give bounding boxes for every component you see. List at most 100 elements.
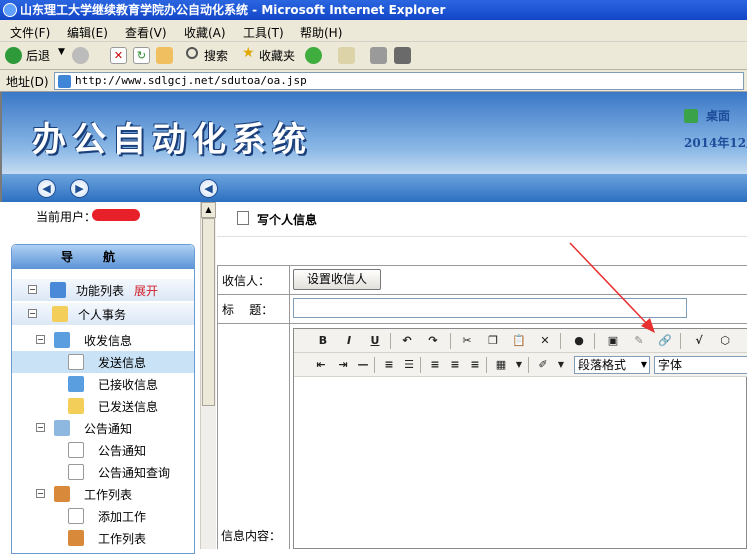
- emoticon-icon[interactable]: ⬡: [716, 333, 734, 349]
- sidebar-item-messages[interactable]: − 收发信息: [12, 329, 194, 351]
- forward-icon[interactable]: [72, 47, 89, 64]
- sidebar-item-label: 功能列表: [76, 284, 125, 298]
- collapse-icon[interactable]: −: [28, 285, 37, 294]
- menu-file[interactable]: 文件(F): [10, 24, 50, 41]
- scroll-thumb[interactable]: [202, 218, 215, 406]
- search-button[interactable]: 搜索: [204, 47, 228, 64]
- sidebar-item-send-message[interactable]: 发送信息: [12, 351, 194, 373]
- collapse-sidebar-icon[interactable]: ◀: [199, 179, 218, 198]
- separator: [680, 333, 681, 349]
- outdent-icon[interactable]: ⇤: [312, 357, 330, 373]
- refresh-icon[interactable]: ↻: [133, 47, 150, 64]
- align-right-icon[interactable]: ≡: [466, 357, 484, 373]
- flash-icon[interactable]: ✎: [630, 333, 648, 349]
- inbox-icon: [68, 376, 84, 392]
- back-button[interactable]: 后退: [26, 47, 50, 64]
- url-input[interactable]: http://www.sdlgcj.net/sdutoa/oa.jsp: [54, 72, 744, 90]
- favorites-star-icon[interactable]: ★: [242, 45, 255, 61]
- media-icon[interactable]: [305, 47, 322, 64]
- divider: [217, 294, 747, 295]
- scroll-up-icon[interactable]: ▲: [201, 202, 216, 218]
- sidebar-scrollbar[interactable]: ▲: [200, 202, 216, 549]
- back-icon[interactable]: [5, 47, 22, 64]
- image-icon[interactable]: ▣: [604, 333, 622, 349]
- favorites-button[interactable]: 收藏夹: [259, 47, 295, 64]
- horizontal-rule-icon[interactable]: —: [354, 357, 372, 373]
- sidebar-item-received-messages[interactable]: 已接收信息: [12, 373, 194, 395]
- sidebar-item-announcements[interactable]: − 公告通知: [12, 417, 194, 439]
- indent-icon[interactable]: ⇥: [334, 357, 352, 373]
- table-dropdown-icon[interactable]: ▼: [510, 357, 528, 373]
- paste-icon[interactable]: 📋: [510, 333, 528, 349]
- cut-icon[interactable]: ✂: [458, 333, 476, 349]
- subject-input[interactable]: [293, 298, 687, 318]
- ie-logo-icon: [3, 3, 17, 17]
- italic-button[interactable]: I: [340, 333, 358, 349]
- sidebar-item-label: 个人事务: [78, 308, 127, 322]
- sidebar-item-personal-affairs[interactable]: − 个人事务: [12, 303, 194, 325]
- table-icon[interactable]: ▦: [492, 357, 510, 373]
- expand-link[interactable]: 展开: [134, 282, 158, 299]
- menu-view[interactable]: 查看(V): [125, 24, 167, 41]
- stop-icon[interactable]: ✕: [110, 47, 127, 64]
- sidebar-item-announcement[interactable]: 公告通知: [12, 439, 194, 461]
- font-select[interactable]: 字体: [654, 356, 747, 374]
- redo-icon[interactable]: ↷: [424, 333, 442, 349]
- menu-edit[interactable]: 编辑(E): [67, 24, 108, 41]
- ordered-list-icon[interactable]: ≡: [380, 357, 398, 373]
- desktop-link[interactable]: 桌面: [706, 107, 730, 124]
- set-recipient-button[interactable]: 设置收信人: [293, 269, 381, 290]
- browser-toolbar: 后退 ▼ ✕ ↻ 搜索 ★ 收藏夹: [0, 42, 747, 70]
- paragraph-format-select[interactable]: 段落格式 ▼: [574, 356, 650, 374]
- subject-label: 标 题：: [222, 303, 274, 317]
- undo-icon[interactable]: ↶: [398, 333, 416, 349]
- forward-arrow-icon[interactable]: ▶: [70, 179, 89, 198]
- sidebar-item-label: 收发信息: [84, 334, 133, 348]
- menu-help[interactable]: 帮助(H): [300, 24, 342, 41]
- sidebar-item-label: 工作列表: [84, 488, 133, 502]
- sidebar-item-add-work[interactable]: 添加工作: [12, 505, 194, 527]
- highlight-icon[interactable]: ✐: [534, 357, 552, 373]
- align-left-icon[interactable]: ≡: [426, 357, 444, 373]
- print-icon[interactable]: [370, 47, 387, 64]
- underline-button[interactable]: U: [366, 333, 384, 349]
- divider: [217, 323, 747, 324]
- desktop-icon[interactable]: [684, 109, 698, 123]
- back-arrow-icon[interactable]: ◀: [37, 179, 56, 198]
- sidebar-item-announcement-query[interactable]: 公告通知查询: [12, 461, 194, 483]
- formula-icon[interactable]: √: [690, 333, 708, 349]
- highlight-dropdown-icon[interactable]: ▼: [552, 357, 570, 373]
- align-center-icon[interactable]: ≡: [446, 357, 464, 373]
- separator: [528, 357, 529, 373]
- main-content: 写个人信息 收信人： 设置收信人 标 题： 信息内容： B I U ↶ ↷ ✂ …: [217, 202, 747, 549]
- home-icon[interactable]: [156, 47, 173, 64]
- edit-icon[interactable]: [394, 47, 411, 64]
- back-dropdown-icon[interactable]: ▼: [58, 47, 65, 57]
- menu-tools[interactable]: 工具(T): [243, 24, 284, 41]
- sidebar-item-label: 已接收信息: [98, 378, 159, 392]
- search-icon[interactable]: [186, 47, 198, 59]
- app-header: 办公自动化系统 桌面 2014年12月: [0, 92, 747, 174]
- attachment-icon[interactable]: 🔗: [656, 333, 674, 349]
- chevron-down-icon: ▼: [640, 360, 647, 369]
- collapse-icon[interactable]: −: [36, 423, 45, 432]
- menu-favorites[interactable]: 收藏(A): [184, 24, 226, 41]
- sidebar-item-work-list-group[interactable]: − 工作列表: [12, 483, 194, 505]
- collapse-icon[interactable]: −: [36, 489, 45, 498]
- bold-button[interactable]: B: [314, 333, 332, 349]
- sidebar-item-work-list[interactable]: 工作列表: [12, 527, 194, 549]
- message-label: 信息内容：: [221, 529, 282, 543]
- collapse-icon[interactable]: −: [28, 309, 37, 318]
- query-icon: [68, 464, 84, 480]
- link-icon[interactable]: ●: [570, 333, 588, 349]
- mail-icon[interactable]: [338, 47, 355, 64]
- delete-icon[interactable]: ✕: [536, 333, 554, 349]
- sidebar-item-function-list[interactable]: − 功能列表 展开: [12, 279, 194, 301]
- sidebar: 当前用户： 导航 − 功能列表 展开 − 个人事务 − 收发信息 发送信息 已接…: [2, 202, 200, 554]
- copy-icon[interactable]: ❐: [484, 333, 502, 349]
- editor-body[interactable]: [294, 377, 746, 548]
- notice-icon: [68, 442, 84, 458]
- unordered-list-icon[interactable]: ☰: [400, 357, 418, 373]
- collapse-icon[interactable]: −: [36, 335, 45, 344]
- sidebar-item-sent-messages[interactable]: 已发送信息: [12, 395, 194, 417]
